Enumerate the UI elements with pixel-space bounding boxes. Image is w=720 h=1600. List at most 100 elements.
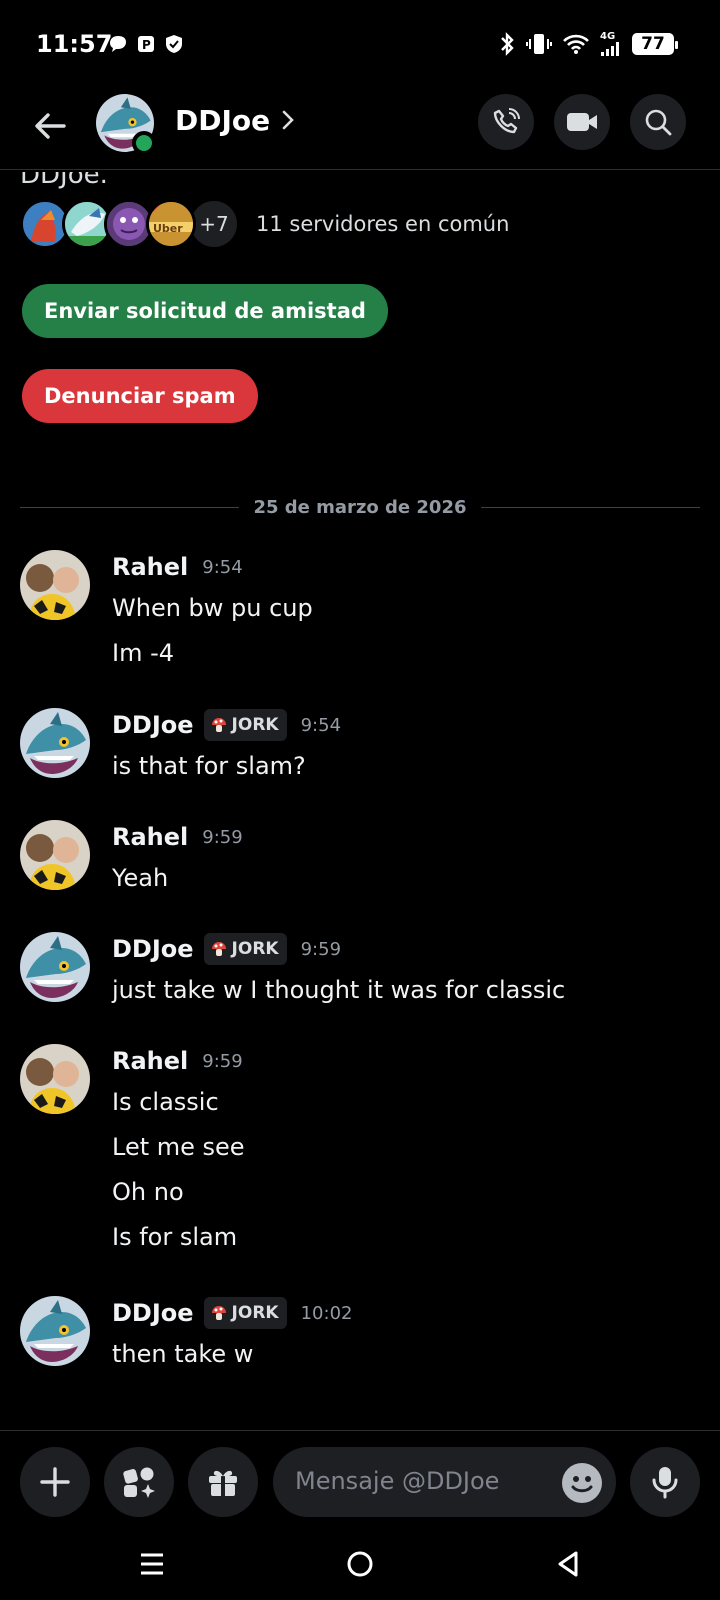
- emoji-button[interactable]: [562, 1463, 602, 1503]
- message-group: Rahel 9:54 When bw pu cup Im -4: [20, 550, 710, 670]
- message-text[interactable]: Oh no: [112, 1178, 184, 1206]
- message-group: Rahel 9:59 Yeah: [20, 820, 710, 900]
- message-time: 9:54: [202, 556, 243, 578]
- photo-avatar-icon: [20, 1044, 90, 1114]
- message-time: 9:59: [202, 1050, 243, 1072]
- back-nav-button[interactable]: [546, 1542, 590, 1586]
- message-group: DDJoe JORK 9:54 is that for slam?: [20, 708, 710, 788]
- guild-tag[interactable]: JORK: [203, 709, 287, 741]
- bluetooth-icon: [501, 32, 514, 56]
- message-text[interactable]: just take w I thought it was for classic: [112, 976, 565, 1004]
- guild-tag-label: JORK: [231, 715, 279, 735]
- wifi-icon: [563, 34, 589, 54]
- message-group: Rahel 9:59 Is classic Let me see Oh no I…: [20, 1044, 710, 1254]
- message-text[interactable]: Is for slam: [112, 1223, 237, 1251]
- message-time: 9:54: [300, 714, 342, 736]
- guild-tag[interactable]: JORK: [203, 1297, 287, 1329]
- message-group: DDJoe JORK 9:59 just take w I thought it…: [20, 932, 710, 1012]
- search-icon: [645, 109, 672, 136]
- battery-indicator: 77: [632, 33, 678, 55]
- emoji-icon: [571, 1476, 593, 1493]
- vibrate-icon: [526, 34, 552, 54]
- photo-avatar-icon: [20, 550, 90, 620]
- message-text[interactable]: Let me see: [112, 1133, 245, 1161]
- plus-icon: [40, 1467, 70, 1497]
- gift-button[interactable]: [188, 1447, 258, 1517]
- video-call-icon: [567, 113, 597, 131]
- message-author[interactable]: DDJoe: [112, 935, 194, 963]
- apps-button[interactable]: [104, 1447, 174, 1517]
- home-button[interactable]: [338, 1542, 382, 1586]
- message-time: 9:59: [202, 826, 243, 848]
- avatar[interactable]: [20, 820, 90, 890]
- recent-apps-button[interactable]: [130, 1542, 174, 1586]
- message-text[interactable]: is that for slam?: [112, 752, 306, 780]
- back-button[interactable]: [28, 104, 72, 148]
- microphone-icon: [652, 1467, 678, 1499]
- guild-tag-label: JORK: [231, 1303, 279, 1323]
- message-author[interactable]: Rahel: [112, 823, 188, 851]
- parking-icon: P: [138, 36, 154, 52]
- chat-bubble-icon: [110, 36, 126, 52]
- svg-text:Uber: Uber: [153, 222, 183, 235]
- avatar[interactable]: [20, 1044, 90, 1114]
- send-friend-request-button[interactable]: Enviar solicitud de amistad: [22, 284, 388, 338]
- message-text[interactable]: Yeah: [112, 864, 168, 892]
- mushroom-icon: [211, 718, 226, 732]
- shark-avatar-icon: [20, 708, 90, 778]
- home-circle-icon: [347, 1551, 373, 1577]
- message-time: 10:02: [300, 1302, 353, 1324]
- message-author[interactable]: DDJoe: [112, 711, 194, 739]
- message-text[interactable]: When bw pu cup: [112, 594, 313, 622]
- message-group: DDJoe JORK 10:02 then take w: [20, 1296, 710, 1376]
- system-nav-bar: [0, 1530, 720, 1600]
- message-author[interactable]: DDJoe: [112, 1299, 194, 1327]
- shield-icon: [166, 35, 182, 53]
- message-text[interactable]: then take w: [112, 1340, 253, 1368]
- guild-tag-label: JORK: [231, 939, 279, 959]
- message-text[interactable]: Is classic: [112, 1088, 219, 1116]
- video-call-button[interactable]: [554, 94, 610, 150]
- photo-avatar-icon: [20, 820, 90, 890]
- header-username[interactable]: DDJoe: [175, 104, 270, 137]
- voice-message-button[interactable]: [630, 1447, 700, 1517]
- message-input-placeholder: Mensaje @DDJoe: [295, 1467, 500, 1495]
- triangle-back-icon: [558, 1551, 578, 1577]
- apps-icon: [123, 1467, 155, 1498]
- message-author[interactable]: Rahel: [112, 1047, 188, 1075]
- chat-header: DDJoe: [0, 92, 720, 170]
- arrow-left-icon: [35, 113, 66, 139]
- online-status-dot: [132, 131, 156, 155]
- voice-call-button[interactable]: [478, 94, 534, 150]
- message-text[interactable]: Im -4: [112, 639, 174, 667]
- message-time: 9:59: [300, 938, 342, 960]
- shark-avatar-icon: [20, 1296, 90, 1366]
- avatar[interactable]: [20, 550, 90, 620]
- chevron-right-icon[interactable]: [280, 108, 296, 132]
- shark-avatar-icon: [20, 932, 90, 1002]
- mushroom-icon: [211, 1306, 226, 1320]
- mushroom-icon: [211, 942, 226, 956]
- mutual-servers[interactable]: Uber +7 11 servidores en común: [20, 196, 509, 252]
- avatar[interactable]: [20, 932, 90, 1002]
- network-type: 4G: [600, 31, 616, 42]
- avatar[interactable]: [20, 1296, 90, 1366]
- signal-icon: [601, 42, 619, 56]
- status-bar: 11:57 P 4G 77: [0, 0, 720, 92]
- gift-icon: [209, 1470, 237, 1496]
- status-time: 11:57: [36, 30, 113, 58]
- message-input[interactable]: Mensaje @DDJoe: [273, 1447, 616, 1517]
- message-composer: Mensaje @DDJoe: [0, 1430, 720, 1530]
- search-button[interactable]: [630, 94, 686, 150]
- message-author[interactable]: Rahel: [112, 553, 188, 581]
- menu-icon: [141, 1553, 163, 1575]
- date-divider-label: 25 de marzo de 2026: [253, 496, 467, 518]
- guild-tag[interactable]: JORK: [203, 933, 287, 965]
- add-attachment-button[interactable]: [20, 1447, 90, 1517]
- svg-text:P: P: [142, 38, 151, 52]
- server-icon: Uber: [146, 199, 196, 249]
- date-divider: 25 de marzo de 2026: [20, 494, 700, 520]
- mutual-servers-label: 11 servidores en común: [256, 212, 510, 236]
- report-spam-button[interactable]: Denunciar spam: [22, 369, 258, 423]
- avatar[interactable]: [20, 708, 90, 778]
